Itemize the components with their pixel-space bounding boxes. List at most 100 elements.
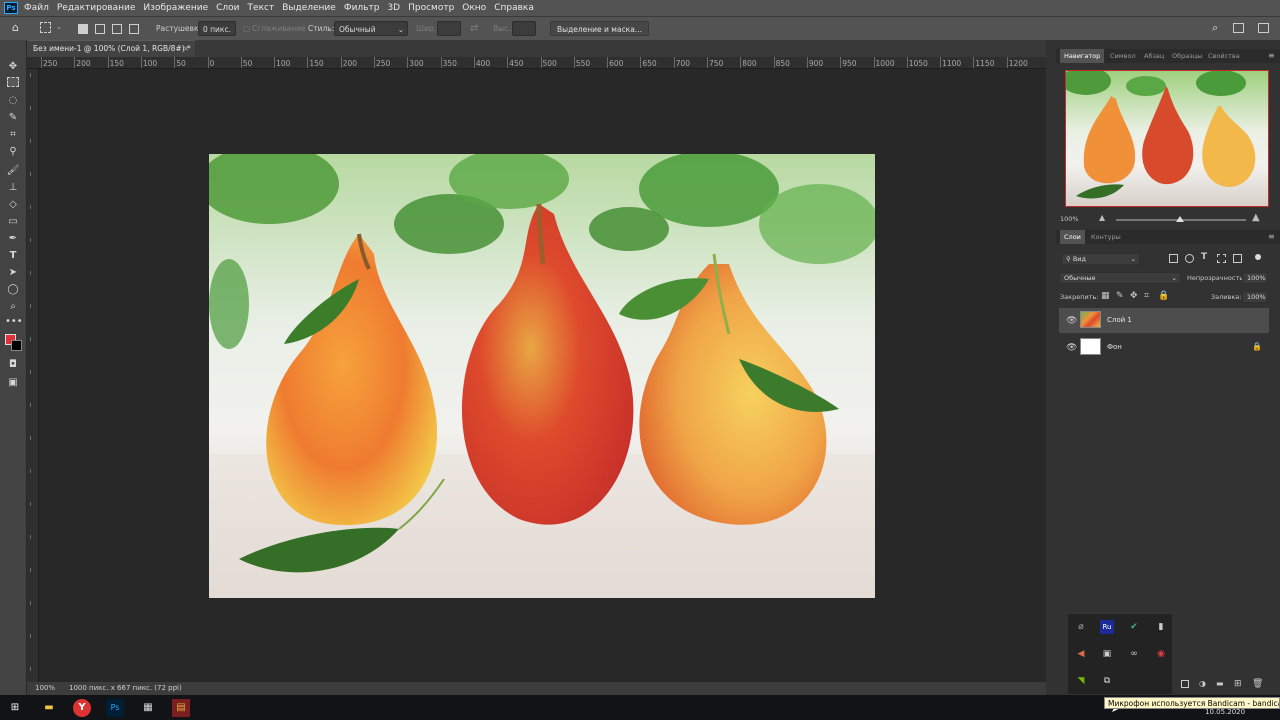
- crop-tool-icon[interactable]: ⌗: [5, 128, 21, 142]
- tray-camera-icon[interactable]: ▣: [1100, 647, 1114, 661]
- eye-icon[interactable]: 👁: [1066, 343, 1077, 353]
- taskbar-date[interactable]: 10.05.2020: [1205, 708, 1245, 716]
- zoom-tool-icon[interactable]: ⌕: [5, 300, 21, 314]
- tray-shield-icon[interactable]: ✔: [1127, 620, 1141, 634]
- document-image[interactable]: [209, 154, 875, 598]
- brush-tool-icon[interactable]: 🖌: [5, 164, 21, 178]
- chevron-down-icon[interactable]: ⌄: [56, 23, 62, 31]
- menu-image[interactable]: Изображение: [143, 3, 208, 13]
- eyedropper-tool-icon[interactable]: ⚲: [5, 145, 21, 159]
- quick-mask-icon[interactable]: ◘: [5, 358, 21, 372]
- filter-smart-object-icon[interactable]: [1233, 254, 1242, 263]
- lasso-tool-icon[interactable]: ◌: [5, 94, 21, 108]
- tab-properties[interactable]: Свойства: [1204, 49, 1244, 63]
- eraser-tool-icon[interactable]: ◇: [5, 198, 21, 212]
- antialias-checkbox[interactable]: ▢: [243, 21, 250, 36]
- tray-nvidia-icon[interactable]: ◥: [1074, 674, 1088, 688]
- filter-adjustment-icon[interactable]: [1185, 254, 1194, 263]
- photoshop-taskbar-icon[interactable]: Ps: [106, 699, 124, 717]
- feather-input[interactable]: 0 пикс.: [198, 21, 236, 36]
- tab-paths[interactable]: Контуры: [1087, 230, 1125, 244]
- pen-tool-icon[interactable]: ✒: [5, 232, 21, 246]
- menu-window[interactable]: Окно: [462, 3, 486, 13]
- lock-position-icon[interactable]: ✥: [1130, 291, 1138, 301]
- menu-help[interactable]: Справка: [494, 3, 534, 13]
- calculator-icon[interactable]: ▦: [139, 699, 157, 717]
- file-explorer-icon[interactable]: ▬: [40, 699, 58, 717]
- lock-all-icon[interactable]: 🔒: [1158, 291, 1169, 301]
- panel-menu-icon[interactable]: ≡: [1268, 232, 1275, 241]
- screen-mode-icon[interactable]: ▣: [5, 376, 21, 390]
- link-layers-icon[interactable]: [1181, 680, 1189, 688]
- filter-toggle-icon[interactable]: [1255, 254, 1261, 260]
- swap-icon[interactable]: ⇄: [470, 21, 478, 36]
- quick-select-tool-icon[interactable]: ✎: [5, 111, 21, 125]
- background-color-swatch[interactable]: [11, 340, 22, 351]
- new-group-icon[interactable]: ▬: [1216, 679, 1224, 688]
- tab-layers[interactable]: Слои: [1060, 230, 1085, 244]
- horizontal-ruler[interactable]: 250 200 150 100 50 0 50 100 150 200 250 300 350 400 45…: [27, 57, 1046, 69]
- lock-artboard-icon[interactable]: ⌗: [1144, 291, 1149, 301]
- menu-file[interactable]: Файл: [24, 3, 49, 13]
- style-select[interactable]: Обычный ⌄: [334, 21, 408, 36]
- chevron-right-icon[interactable]: ›: [175, 683, 178, 691]
- yandex-browser-icon[interactable]: Y: [73, 699, 91, 717]
- trash-icon[interactable]: 🗑: [1252, 679, 1263, 689]
- menu-view[interactable]: Просмотр: [408, 3, 454, 13]
- layer-row-background[interactable]: 👁 Фон 🔒: [1059, 335, 1269, 360]
- path-select-tool-icon[interactable]: ➤: [5, 266, 21, 280]
- lock-pixels-icon[interactable]: ✎: [1116, 291, 1124, 301]
- gradient-tool-icon[interactable]: ▭: [5, 215, 21, 229]
- filter-pixel-icon[interactable]: [1169, 254, 1178, 263]
- adjustment-layer-icon[interactable]: ◑: [1199, 679, 1206, 688]
- new-selection-icon[interactable]: [78, 24, 88, 34]
- tab-character[interactable]: Символ: [1106, 49, 1140, 63]
- blend-mode-select[interactable]: Обычные ⌄: [1059, 272, 1181, 284]
- lock-icon[interactable]: 🔒: [1252, 342, 1262, 351]
- tray-sound-icon[interactable]: ◀: [1074, 647, 1088, 661]
- slider-handle[interactable]: [1176, 216, 1184, 222]
- zoom-out-icon[interactable]: ▲: [1099, 213, 1105, 222]
- vertical-ruler[interactable]: [27, 69, 39, 682]
- opacity-input[interactable]: 100%: [1242, 272, 1268, 284]
- tab-paragraph[interactable]: Абзац: [1140, 49, 1168, 63]
- layer-filter-select[interactable]: ⚲ Вид ⌄: [1061, 253, 1140, 265]
- winrar-icon[interactable]: ▤: [172, 699, 190, 717]
- photoshop-logo-icon[interactable]: Ps: [4, 2, 18, 14]
- layer-name[interactable]: Слой 1: [1107, 316, 1132, 324]
- fill-input[interactable]: 100%: [1242, 291, 1268, 303]
- menu-layers[interactable]: Слои: [216, 3, 239, 13]
- width-input[interactable]: [437, 21, 461, 36]
- move-tool-icon[interactable]: ✥: [5, 60, 21, 74]
- menu-edit[interactable]: Редактирование: [57, 3, 136, 13]
- new-layer-icon[interactable]: ⊞: [1234, 679, 1242, 689]
- eye-icon[interactable]: 👁: [1066, 316, 1077, 326]
- menu-select[interactable]: Выделение: [282, 3, 336, 13]
- zoom-level[interactable]: 100%: [35, 684, 55, 692]
- layer-row-layer1[interactable]: 👁 Слой 1: [1059, 308, 1269, 333]
- tab-swatches[interactable]: Образцы: [1168, 49, 1206, 63]
- tray-app-icon[interactable]: ⧉: [1100, 674, 1114, 688]
- menu-3d[interactable]: 3D: [387, 3, 400, 13]
- filter-type-icon[interactable]: T: [1201, 252, 1207, 262]
- search-icon[interactable]: ⌕: [1212, 21, 1218, 35]
- navigator-thumbnail[interactable]: [1065, 70, 1269, 207]
- share-icon[interactable]: [1258, 23, 1269, 33]
- tray-record-icon[interactable]: ◉: [1154, 647, 1168, 661]
- subtract-selection-icon[interactable]: [112, 24, 122, 34]
- navigator-zoom-slider[interactable]: [1116, 216, 1246, 222]
- tray-link-icon[interactable]: ∞: [1127, 647, 1141, 661]
- type-tool-icon[interactable]: T: [5, 249, 21, 263]
- intersect-selection-icon[interactable]: [129, 24, 139, 34]
- marquee-tool-icon[interactable]: [7, 77, 19, 87]
- stamp-tool-icon[interactable]: ⊥: [5, 181, 21, 195]
- ellipse-tool-icon[interactable]: ◯: [5, 283, 21, 297]
- zoom-in-icon[interactable]: ▲: [1252, 212, 1260, 223]
- filter-shape-icon[interactable]: [1217, 254, 1226, 263]
- tray-usb-icon[interactable]: ▮: [1154, 620, 1168, 634]
- close-icon[interactable]: ×: [183, 41, 189, 57]
- home-icon[interactable]: ⌂: [12, 21, 19, 34]
- marquee-tool-preset-icon[interactable]: [40, 22, 51, 33]
- select-and-mask-button[interactable]: Выделение и маска...: [550, 21, 649, 36]
- windows-start-icon[interactable]: ⊞: [6, 699, 24, 717]
